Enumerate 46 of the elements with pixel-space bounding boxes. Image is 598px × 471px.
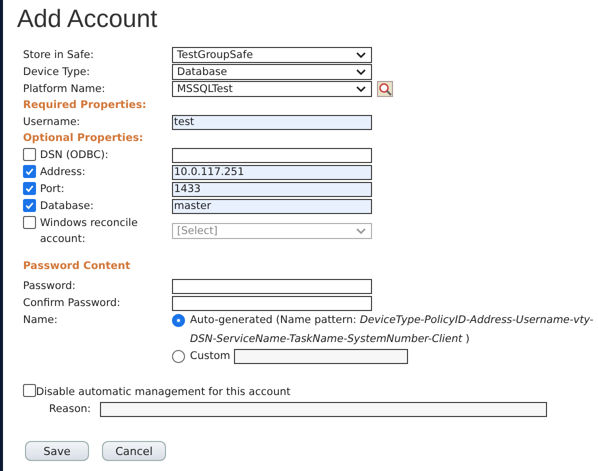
field-label: Store in Safe: [23,48,94,63]
section-heading: Password Content [23,259,132,274]
input-field[interactable]: 1433 [172,182,372,196]
password-field[interactable] [172,296,372,310]
input-field[interactable] [172,148,372,162]
field-label: DSN (ODBC): [40,148,108,163]
form-button[interactable]: Cancel [102,441,166,461]
checkbox[interactable] [23,182,36,195]
input-field[interactable]: 10.0.117.251 [172,164,372,180]
field-label: Username: [23,115,80,130]
option-label: Auto-generated (Name pattern: DeviceType-PolicyID-Address-Username-vty-DSN-ServiceName-TaskName-SystemNumber-Client ) [190,313,594,347]
section-heading: Optional Properties: [23,131,144,146]
field-label: Confirm Password: [23,296,120,311]
field-label: Port: [40,182,64,197]
chevron-down-icon [356,228,366,234]
input-field[interactable]: master [172,198,372,214]
page-title: Add Account [17,4,158,34]
field-label: Name: [23,313,58,328]
checkbox-label: Disable automatic management for this account [36,385,291,400]
reason-field[interactable] [100,402,547,416]
field-label: Reason: [49,402,91,417]
field-label: Windows reconcile account: [40,216,139,247]
field-label: Platform Name: [23,82,106,97]
checkbox[interactable] [23,384,36,397]
option-label: Custom [190,349,230,364]
field-label: Device Type: [23,65,90,80]
chevron-down-icon [356,86,366,92]
field-label: Database: [40,199,94,214]
radio-button[interactable] [172,350,185,363]
password-field[interactable] [172,278,372,294]
dropdown[interactable]: Database [172,64,372,80]
radio-button[interactable] [172,314,185,327]
checkbox[interactable] [23,199,36,212]
checkbox[interactable] [23,148,36,161]
input-field[interactable] [234,349,408,364]
dropdown[interactable]: TestGroupSafe [172,47,372,63]
search-icon[interactable] [377,81,393,97]
checkbox[interactable] [23,165,36,178]
field-label: Password: [23,279,76,294]
dropdown[interactable]: MSSQLTest [172,81,372,97]
chevron-down-icon [356,69,366,75]
section-heading: Required Properties: [23,98,148,113]
input-field[interactable]: test [172,114,372,130]
chevron-down-icon [356,52,366,58]
form-button[interactable]: Save [25,441,89,461]
field-label: Address: [40,165,86,180]
